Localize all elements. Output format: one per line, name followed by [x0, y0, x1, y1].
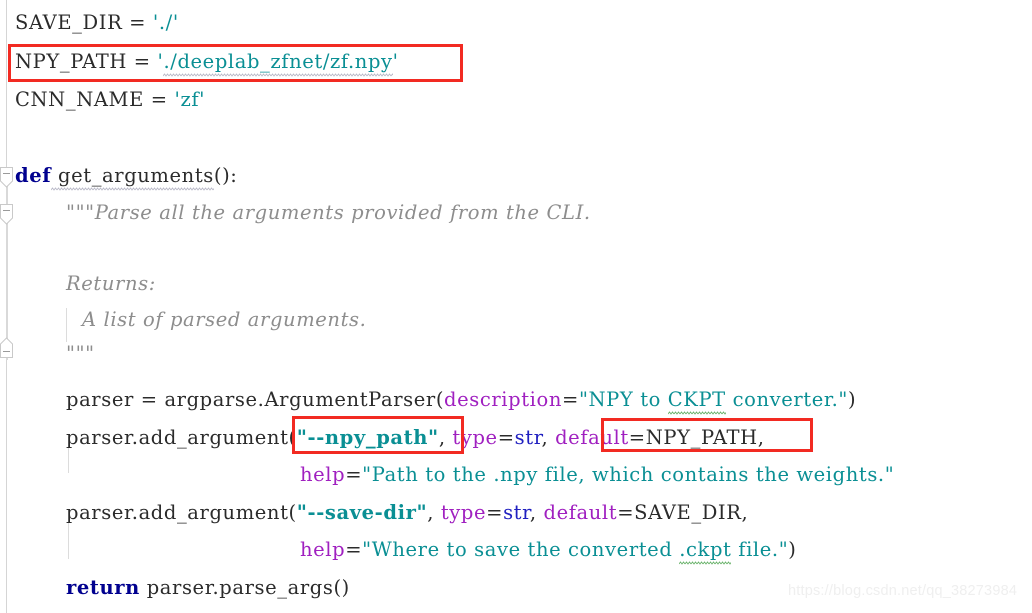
code-editor[interactable]: SAVE_DIR = './' NPY_PATH = './deeplab_zf… [0, 0, 1032, 613]
code-line-docstring-returns-body[interactable]: A list of parsed arguments. [82, 310, 366, 330]
token-comma-6: , [741, 501, 749, 524]
code-line-add-argument-save-dir[interactable]: parser.add_argument("--save-dir", type=s… [66, 503, 748, 523]
token-parens-colon: (): [213, 164, 238, 187]
token-equals-2: = [126, 50, 158, 73]
token-help-string-ckpt: .ckpt [679, 538, 732, 561]
token-argument-parser-class: ArgumentParser [264, 388, 436, 411]
code-line-docstring-end[interactable]: """ [66, 344, 95, 364]
token-parse-args-call: parser.parse_args() [139, 576, 350, 599]
token-open-paren-1: ( [435, 388, 445, 411]
token-equals-4: = [133, 388, 165, 411]
code-line-def-get-arguments[interactable]: def get_arguments(): [15, 166, 237, 186]
code-line-parser-init[interactable]: parser = argparse.ArgumentParser(descrip… [66, 390, 856, 410]
token-comma-1: , [438, 426, 453, 449]
token-open-paren-3: ( [288, 501, 297, 524]
code-text-layer[interactable]: SAVE_DIR = './' NPY_PATH = './deeplab_zf… [0, 0, 1032, 613]
token-value-save-dir: SAVE_DIR [634, 501, 742, 524]
code-line-save-dir[interactable]: SAVE_DIR = './' [15, 13, 179, 33]
token-cnn-name-name: CNN_NAME [15, 88, 144, 111]
token-kwarg-help-1: help [300, 463, 346, 486]
token-keyword-def: def [15, 164, 52, 187]
token-comma-4: , [427, 501, 441, 524]
token-function-name: get_arguments [51, 164, 214, 187]
token-comma-2: , [541, 426, 556, 449]
token-flag-save-dir: "--save-dir" [296, 501, 428, 524]
token-add-argument-2: add_argument [138, 501, 289, 524]
token-flag-npy-path: "--npy_path" [296, 426, 439, 449]
token-argparse-module: argparse. [164, 388, 265, 411]
token-str-converter: converter." [725, 388, 849, 411]
token-kwarg-description: description [444, 388, 562, 411]
code-line-npy-path[interactable]: NPY_PATH = './deeplab_zfnet/zf.npy' [15, 52, 399, 72]
token-eq-default-2: = [617, 501, 635, 524]
token-str-npy: "NPY [578, 388, 641, 411]
code-line-return[interactable]: return parser.parse_args() [66, 578, 350, 598]
token-save-dir-name: SAVE_DIR [15, 11, 123, 34]
token-open-paren-2: ( [288, 426, 297, 449]
token-kwarg-default-2: default [543, 501, 618, 524]
token-kwarg-type-1: type [452, 426, 498, 449]
code-line-docstring-returns[interactable]: Returns: [66, 274, 156, 294]
code-line-docstring-summary[interactable]: """Parse all the arguments provided from… [66, 203, 591, 223]
token-quote-close-1: ' [392, 50, 399, 73]
token-equals-1: = [122, 11, 153, 34]
token-eq-help-1: = [345, 463, 363, 486]
token-eq-description: = [562, 388, 579, 411]
token-builtin-str-2: str [503, 501, 530, 524]
token-close-paren-2: ) [788, 538, 797, 561]
code-line-cnn-name[interactable]: CNN_NAME = 'zf' [15, 90, 205, 110]
token-add-argument-1: add_argument [138, 426, 289, 449]
token-kwarg-help-2: help [300, 538, 346, 561]
token-str-ckpt: CKPT [667, 388, 726, 411]
token-help-string-save-pre: "Where to save the converted [362, 538, 680, 561]
token-eq-type-1: = [497, 426, 515, 449]
csdn-blog-watermark: https://blog.csdn.net/qq_38273984 [788, 583, 1018, 599]
token-value-npy-path: NPY_PATH [645, 426, 758, 449]
token-kwarg-type-2: type [440, 501, 487, 524]
token-keyword-return: return [66, 576, 140, 599]
token-eq-default-1: = [628, 426, 646, 449]
token-parser-dot-1: parser. [66, 426, 139, 449]
token-comma-5: , [529, 501, 544, 524]
token-eq-type-2: = [486, 501, 504, 524]
token-save-dir-value: './' [152, 11, 179, 34]
token-help-string-save-post: file." [731, 538, 789, 561]
token-kwarg-default-1: default [555, 426, 629, 449]
token-parser-var: parser [66, 388, 134, 411]
token-npy-path-name: NPY_PATH [15, 50, 127, 73]
token-cnn-name-value: 'zf' [174, 88, 206, 111]
token-str-to: to [640, 388, 668, 411]
token-close-paren-1: ) [848, 388, 857, 411]
token-comma-3: , [757, 426, 765, 449]
token-parser-dot-2: parser. [66, 501, 139, 524]
token-help-string-npy: "Path to the .npy file, which contains t… [362, 463, 895, 486]
code-line-add-argument-npy-path[interactable]: parser.add_argument("--npy_path", type=s… [66, 428, 765, 448]
token-npy-path-value: ./deeplab_zfnet/zf.npy [163, 50, 393, 73]
token-eq-help-2: = [345, 538, 363, 561]
token-equals-3: = [143, 88, 175, 111]
token-builtin-str-1: str [514, 426, 542, 449]
code-line-help-npy-path[interactable]: help="Path to the .npy file, which conta… [300, 465, 894, 485]
code-line-help-save-dir[interactable]: help="Where to save the converted .ckpt … [300, 540, 796, 560]
